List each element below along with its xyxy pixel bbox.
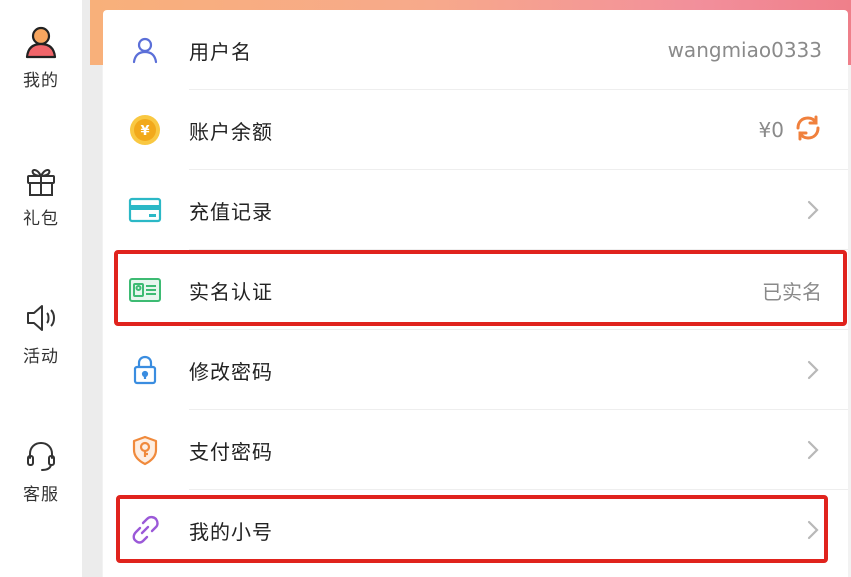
balance-text: ¥0 — [758, 118, 784, 142]
sidebar: 我的 礼包 活动 客服 — [0, 0, 82, 577]
svg-text:¥: ¥ — [140, 124, 149, 139]
username-text: wangmiao0333 — [667, 38, 822, 62]
row-payment-password[interactable]: 支付密码 — [103, 410, 848, 490]
sidebar-item-label: 我的 — [23, 71, 59, 91]
row-label: 用户名 — [189, 39, 252, 64]
row-balance[interactable]: ¥ 账户余额 ¥0 — [103, 90, 848, 170]
id-card-icon — [127, 272, 163, 308]
row-label: 账户余额 — [189, 119, 273, 144]
sidebar-item-label: 活动 — [23, 347, 59, 367]
lock-icon — [127, 352, 163, 388]
row-label: 我的小号 — [189, 519, 273, 544]
speaker-icon — [21, 298, 61, 338]
sidebar-item-mine[interactable]: 我的 — [0, 22, 82, 91]
card-icon — [127, 192, 163, 228]
sidebar-item-label: 客服 — [23, 485, 59, 505]
sidebar-item-service[interactable]: 客服 — [0, 436, 82, 505]
row-username[interactable]: 用户名 wangmiao0333 — [103, 10, 848, 90]
key-shield-icon — [127, 432, 163, 468]
row-label: 支付密码 — [189, 439, 273, 464]
chevron-right-icon — [807, 360, 819, 380]
chevron-right-icon — [807, 440, 819, 460]
user-avatar-icon — [21, 22, 61, 62]
sidebar-item-activity[interactable]: 活动 — [0, 298, 82, 367]
chevron-right-icon — [807, 520, 819, 540]
row-label: 充值记录 — [189, 199, 273, 224]
user-outline-icon — [127, 32, 163, 68]
yen-coin-icon: ¥ — [127, 112, 163, 148]
account-card: 用户名 wangmiao0333 ¥ 账户余额 ¥0 充值记录 实名认证 已实名… — [103, 10, 848, 577]
row-recharge-history[interactable]: 充值记录 — [103, 170, 848, 250]
balance-value: ¥0 — [759, 114, 822, 147]
row-my-sub-accounts[interactable]: 我的小号 — [103, 490, 848, 570]
verification-status: 已实名 — [762, 276, 822, 305]
row-label: 实名认证 — [189, 279, 273, 304]
gift-icon — [21, 160, 61, 200]
verification-text: 已实名 — [762, 279, 822, 304]
app-root: 我的 礼包 活动 客服 用户名 wangmiao0333 ¥ 账户余额 ¥0 充… — [0, 0, 851, 577]
row-change-password[interactable]: 修改密码 — [103, 330, 848, 410]
username-value: wangmiao0333 — [668, 38, 822, 62]
link-icon — [127, 512, 163, 548]
chevron-right-icon — [807, 200, 819, 220]
sidebar-item-label: 礼包 — [23, 209, 59, 229]
row-real-name-verification[interactable]: 实名认证 已实名 — [103, 250, 848, 330]
gutter — [82, 0, 102, 577]
sidebar-item-gift[interactable]: 礼包 — [0, 160, 82, 229]
refresh-icon[interactable] — [794, 114, 822, 147]
headset-icon — [21, 436, 61, 476]
row-label: 修改密码 — [189, 359, 273, 384]
